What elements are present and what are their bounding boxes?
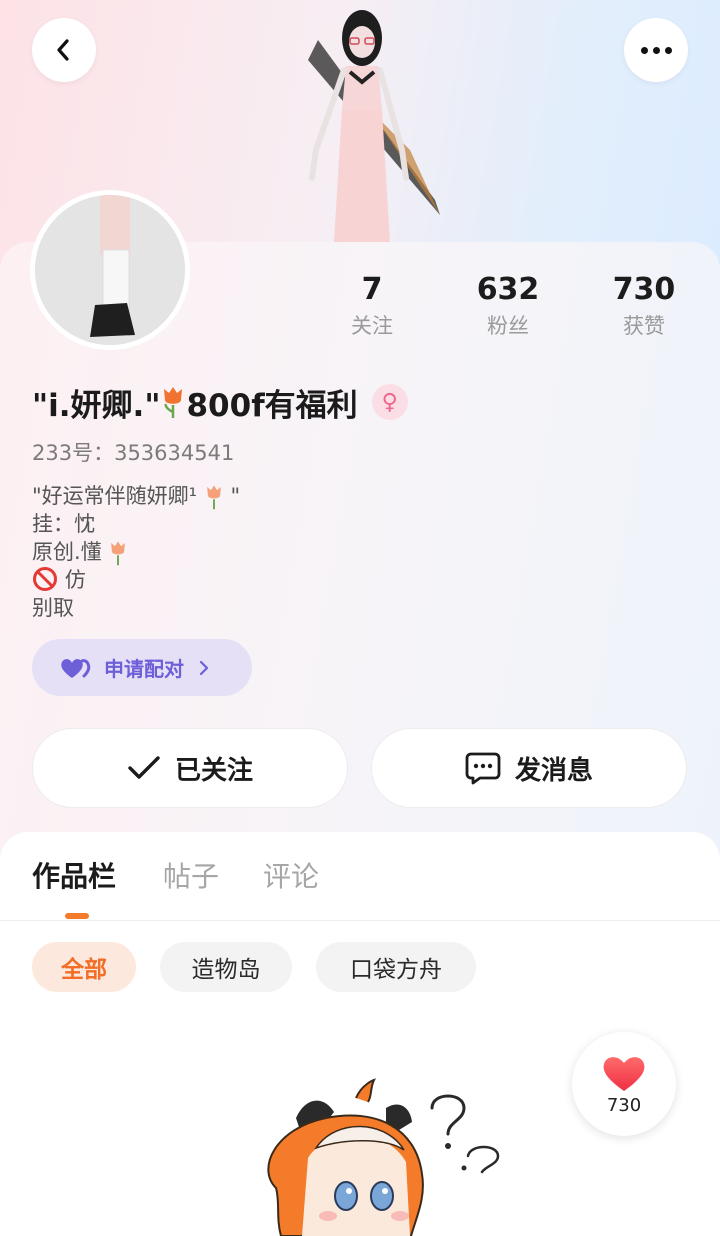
- tulip-icon: [164, 387, 183, 418]
- send-message-label: 发消息: [514, 755, 593, 786]
- filter-all[interactable]: 全部: [32, 942, 136, 992]
- avatar[interactable]: [30, 190, 190, 350]
- heart-icon: [603, 1056, 645, 1091]
- profile-name-part2: 800f有福利: [186, 387, 358, 424]
- tab-works[interactable]: 作品栏: [32, 857, 116, 897]
- empty-state-mascot-illustration: [267, 1078, 500, 1236]
- stat-following[interactable]: 7 关注: [312, 272, 432, 340]
- stat-fans-value: 632: [476, 272, 540, 307]
- tab-posts[interactable]: 帖子: [163, 857, 219, 897]
- tab-comments[interactable]: 评论: [263, 857, 319, 897]
- chevron-right-icon: [199, 660, 209, 675]
- prohibited-icon: [33, 567, 57, 591]
- profile-bio: "好运常伴随妍卿¹ " 挂：忱 原创.懂 仿 别取: [32, 482, 240, 622]
- followed-label: 已关注: [174, 755, 253, 786]
- stat-likes-value: 730: [612, 272, 676, 307]
- bio-line-1-end: ": [230, 484, 241, 508]
- apply-pair-button[interactable]: 申请配对: [32, 639, 252, 696]
- stat-likes[interactable]: 730 获赞: [584, 272, 704, 340]
- filter-pocket-ark[interactable]: 口袋方舟: [316, 942, 476, 992]
- bio-line-2: 挂：忱: [32, 512, 95, 536]
- banner-character-image: [308, 10, 440, 242]
- more-dots-icon: [640, 46, 672, 54]
- message-bubble-icon: [465, 752, 501, 785]
- send-message-button[interactable]: 发消息: [371, 728, 687, 808]
- user-id: 233号：353634541: [32, 441, 235, 465]
- active-tab-indicator: [65, 913, 89, 919]
- apply-pair-label: 申请配对: [104, 657, 184, 681]
- stat-following-value: 7: [361, 272, 383, 307]
- bio-line-1: "好运常伴随妍卿¹: [32, 484, 198, 508]
- tab-divider: [0, 920, 720, 921]
- filter-creation-island[interactable]: 造物岛: [160, 942, 292, 992]
- stat-likes-label: 获赞: [623, 314, 665, 338]
- female-gender-icon: ♀: [371, 384, 408, 420]
- back-button[interactable]: [32, 18, 96, 82]
- like-button[interactable]: 730: [572, 1032, 676, 1136]
- checkmark-icon: [128, 756, 160, 779]
- stat-fans-label: 粉丝: [487, 314, 529, 338]
- avatar-image: [35, 195, 185, 345]
- bio-line-3: 原创.懂: [32, 540, 102, 564]
- bio-line-4: 仿: [64, 568, 86, 592]
- tulip-icon: [111, 541, 126, 566]
- like-count: 730: [606, 1094, 642, 1116]
- chevron-left-icon: [57, 39, 69, 61]
- bio-line-5: 别取: [32, 596, 74, 620]
- profile-name-part1: "i.妍卿.": [32, 387, 161, 424]
- double-heart-icon: [61, 658, 91, 678]
- profile-name-row: "i.妍卿." 800f有福利 ♀: [32, 380, 408, 424]
- followed-button[interactable]: 已关注: [32, 728, 348, 808]
- stat-fans[interactable]: 632 粉丝: [448, 272, 568, 340]
- more-options-button[interactable]: [624, 18, 688, 82]
- tulip-icon: [206, 485, 221, 510]
- stat-following-label: 关注: [351, 314, 393, 338]
